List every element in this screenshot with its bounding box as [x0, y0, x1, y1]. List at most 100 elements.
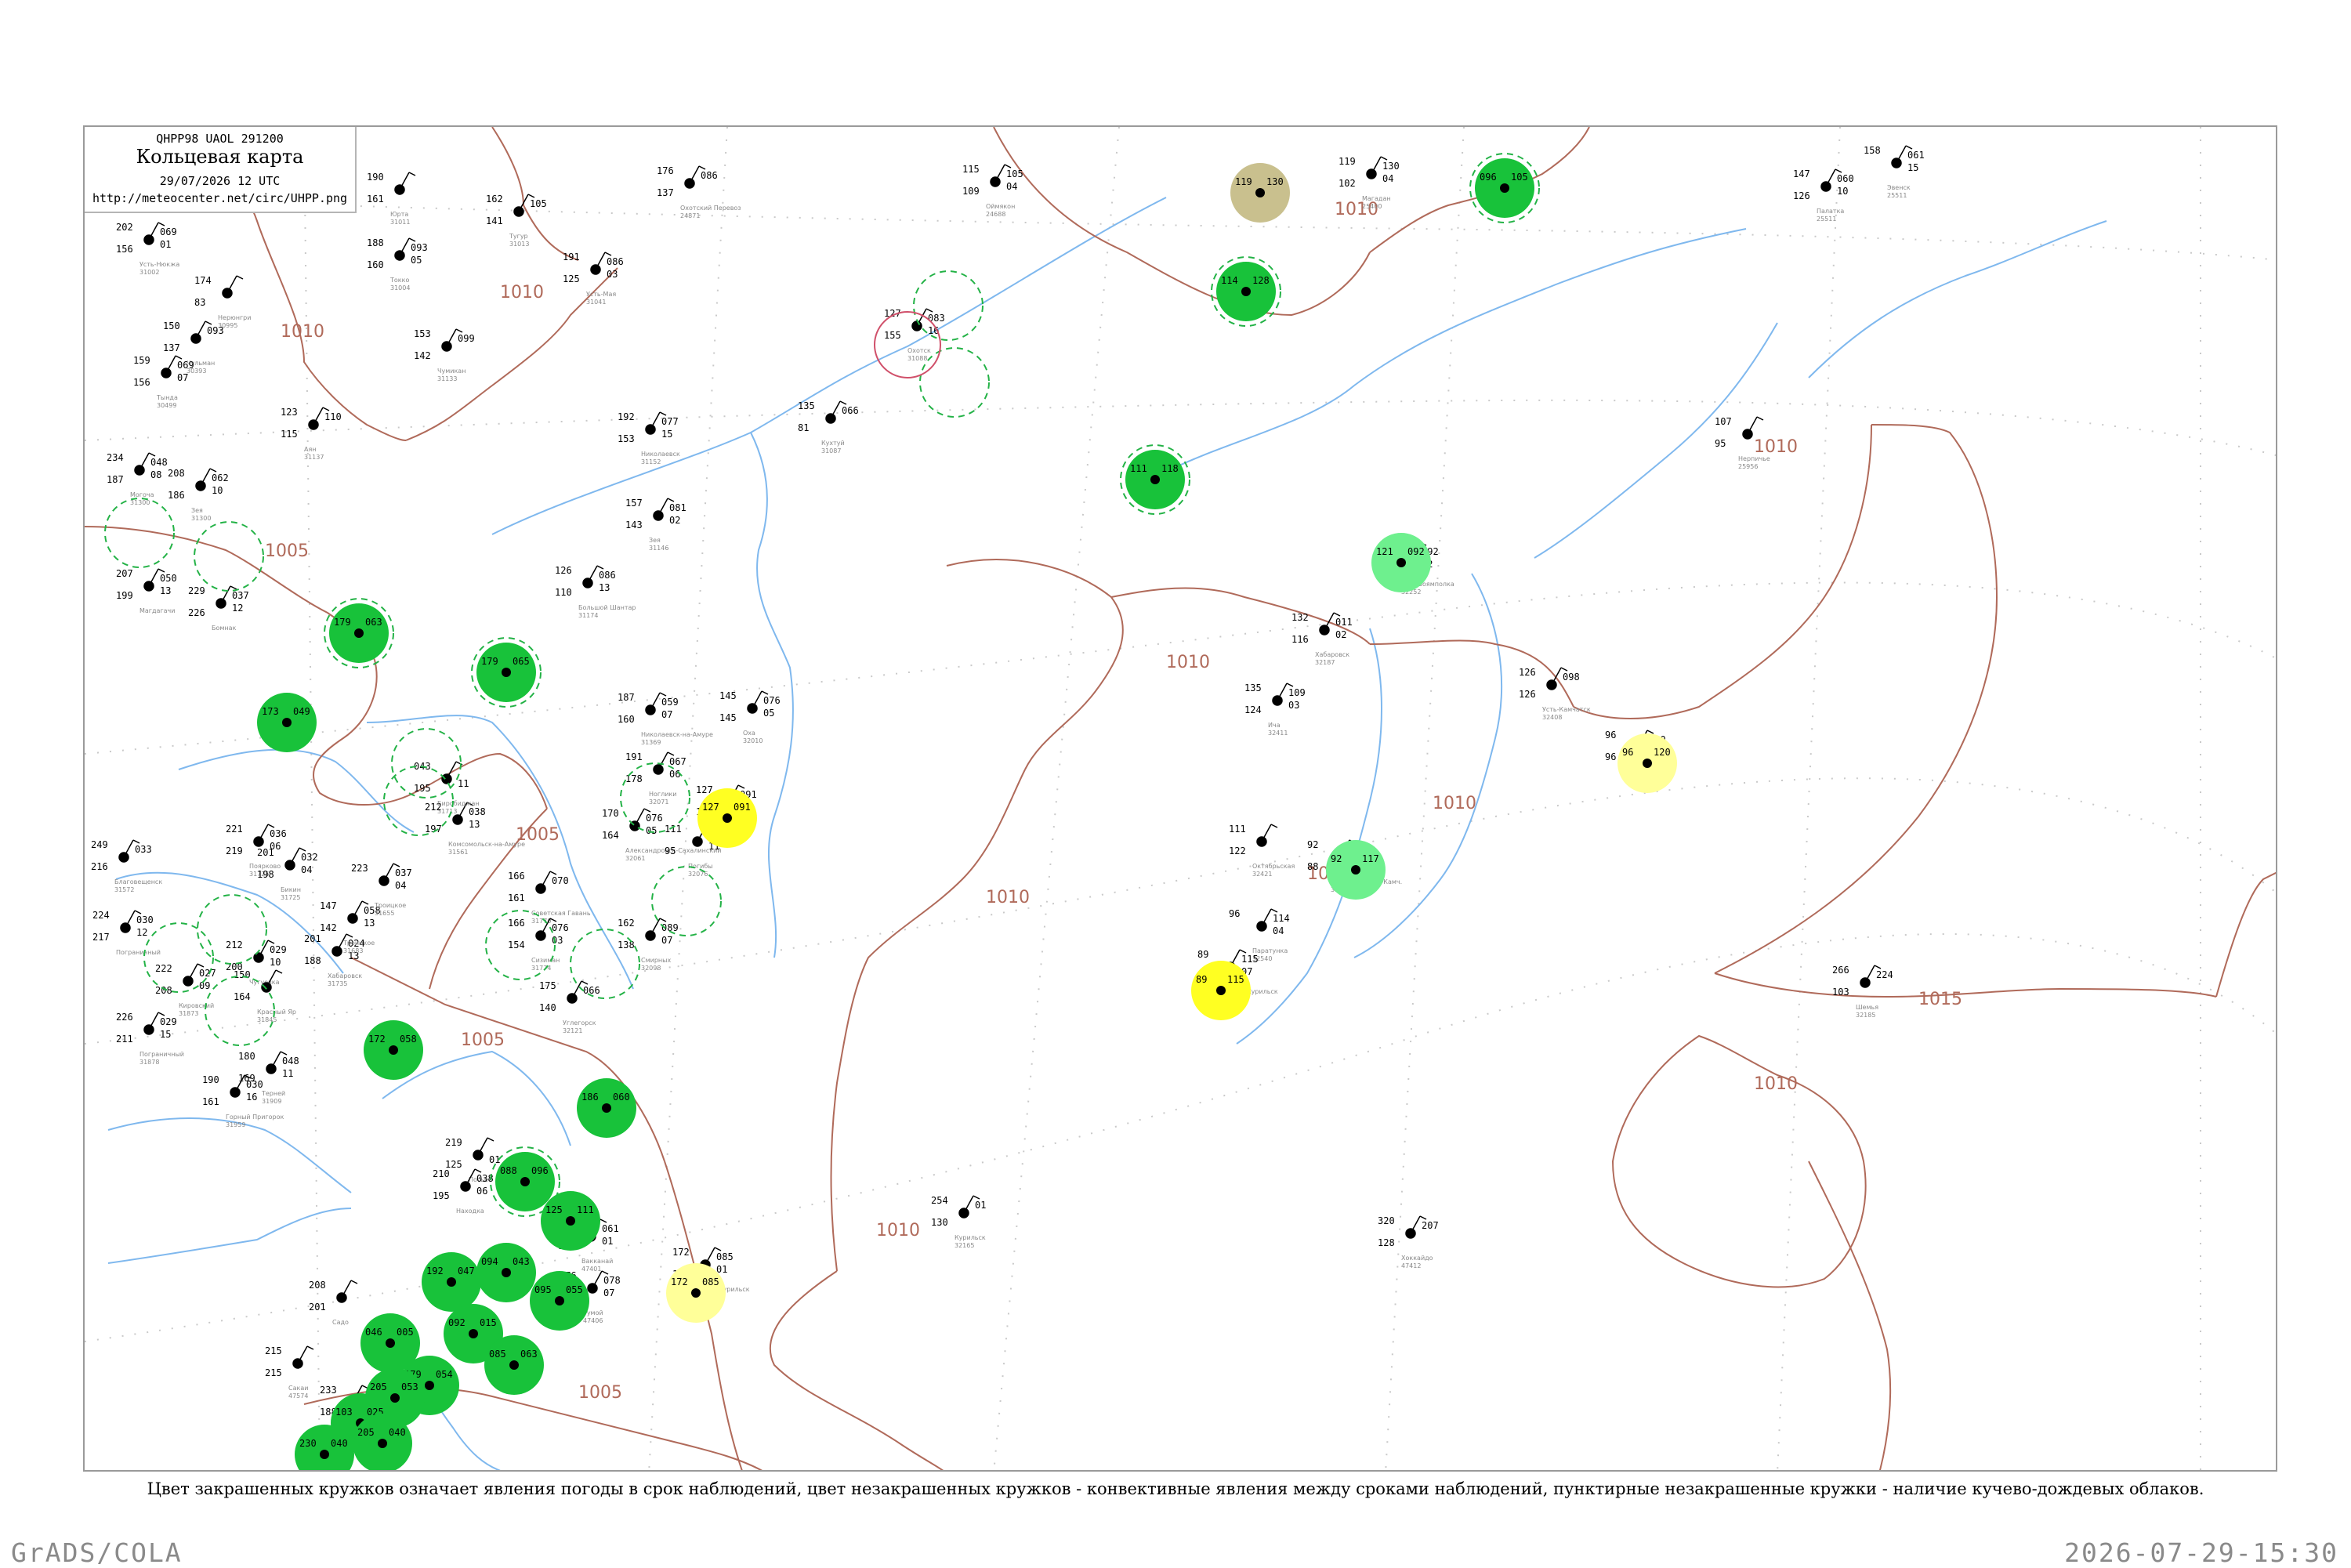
- station-pressure: 161: [508, 893, 525, 904]
- weather-circle-g5[interactable]: 179 065: [471, 637, 542, 708]
- station-s50[interactable]: 201 198 03204 Бикин31725: [257, 847, 318, 901]
- station-temperature: 96: [1229, 908, 1240, 919]
- wind-barb-tick-icon: [1380, 156, 1388, 161]
- thunder-ring-icon[interactable]: [874, 311, 941, 378]
- station-s1[interactable]: 202 156 069 01 Усть-Нюкжа31002: [116, 222, 179, 276]
- station-pressure: 83: [194, 297, 205, 308]
- station-s37[interactable]: 320 128 207 Хоккайдо47412: [1378, 1215, 1439, 1269]
- weather-circle-g1[interactable]: 096 105: [1469, 153, 1540, 223]
- station-name: Бомнак: [212, 625, 237, 632]
- station-s16[interactable]: 192 153 077 15 Николаевск31152: [618, 411, 680, 465]
- cb-ring-icon[interactable]: [570, 929, 640, 999]
- weather-circle-g3[interactable]: 111 118: [1120, 444, 1190, 515]
- cb-ring-icon[interactable]: [143, 922, 214, 993]
- station-s8[interactable]: 191 125 086 03 Усть-Мая31041: [563, 252, 624, 306]
- circle-temperature: 172: [368, 1034, 386, 1045]
- weather-circle-y2[interactable]: 89 115: [1191, 961, 1251, 1020]
- station-s55[interactable]: 150 164 Красный Яр31845: [234, 969, 296, 1023]
- station-s47[interactable]: 166161070Советская Гавань31770: [508, 871, 591, 925]
- cb-ring-icon[interactable]: [104, 498, 175, 568]
- wind-barb-tick-icon: [698, 165, 706, 170]
- station-s36[interactable]: 254 130 01 Курильск32165: [931, 1195, 986, 1249]
- station-s23[interactable]: 207 199 05013 Магдагачи: [116, 568, 177, 614]
- cb-ring-icon[interactable]: [913, 270, 984, 341]
- station-s41[interactable]: 187 160 05907 Николаевск-на-Амуре31369: [618, 692, 713, 746]
- weather-circle-g20[interactable]: 205 040: [353, 1414, 412, 1472]
- weather-circle-g16[interactable]: 085 063: [484, 1335, 544, 1395]
- weather-circle-g8[interactable]: 186 060: [577, 1078, 636, 1138]
- station-s15[interactable]: 123 115 110 Аян31137: [281, 407, 342, 461]
- weather-circle-y1[interactable]: 127 091: [697, 788, 757, 848]
- station-s27[interactable]: 135 124 109 03 Ича32411: [1244, 683, 1306, 737]
- station-pressure: 126: [1793, 190, 1810, 201]
- cb-ring-icon[interactable]: [651, 866, 722, 936]
- weather-circle-lg2[interactable]: 92 117: [1326, 840, 1386, 900]
- station-index: 32098: [641, 965, 661, 972]
- wind-barb-icon: [540, 871, 551, 889]
- weather-circle-py1[interactable]: 96 120: [1617, 733, 1677, 793]
- station-s45[interactable]: 16213808907Смирных32098: [618, 918, 679, 972]
- station-s4[interactable]: 17483Нерюнгри30995: [194, 275, 251, 329]
- station-pressure: 137: [163, 342, 180, 353]
- station-s24[interactable]: 229 226 037 12 Бомнак: [188, 585, 249, 632]
- station-dewpoint: 114: [1273, 913, 1290, 924]
- weather-circle-g2[interactable]: 114 128: [1211, 256, 1281, 327]
- station-s48[interactable]: 166 154 076 03 Сизиман31774: [508, 918, 569, 972]
- station-s67[interactable]: 215 215 Сакаи47574: [265, 1345, 314, 1400]
- station-s32[interactable]: 111 122 Октябрьская32421: [1229, 824, 1295, 878]
- synoptic-map[interactable]: 1010 1010 1005 1005 1010 1010 1010 1010 …: [85, 127, 2277, 1472]
- station-name: Усть-Мая: [586, 291, 616, 298]
- station-pressure: 95: [665, 846, 676, 856]
- weather-circle-g12[interactable]: 095 055: [530, 1271, 589, 1331]
- station-s13[interactable]: 158 06115 Эвенск25511: [1864, 145, 1925, 199]
- station-s22[interactable]: 126 110 08613 Большой Шантар31174: [555, 565, 636, 619]
- wind-barb-icon: [705, 1247, 715, 1266]
- station-s70[interactable]: 043195 11Биробиджан31713: [414, 761, 480, 815]
- station-name: Октябрьская: [1252, 863, 1295, 870]
- station-dewpoint: 011: [1335, 617, 1353, 628]
- station-code: 13: [599, 582, 610, 593]
- cb-ring-icon[interactable]: [197, 894, 267, 965]
- station-s64[interactable]: 21019503806Находка: [433, 1168, 494, 1215]
- station-s2[interactable]: 190 161 Юрта31011: [367, 172, 416, 226]
- station-s49[interactable]: 22121903606Поярково31725: [226, 824, 287, 878]
- weather-circle-g4[interactable]: 179 063: [324, 598, 394, 668]
- station-s60[interactable]: 14714205813Троицкое31683: [320, 900, 381, 954]
- station-s6[interactable]: 159 156 06907 Тында30499: [133, 355, 194, 409]
- station-s52[interactable]: 224 217 030 12 Пограничный: [92, 910, 161, 956]
- station-s40[interactable]: 145 145 076 05 Оха32010: [719, 690, 781, 744]
- weather-circle-g11[interactable]: 094 043: [476, 1243, 536, 1302]
- station-s3[interactable]: 162 141 105 Тугур31013: [486, 194, 547, 248]
- station-s9[interactable]: 176 137 086 Охотский Перевоз24871: [657, 165, 741, 219]
- weather-circle-lg1[interactable]: 121 092: [1371, 533, 1431, 592]
- station-s20[interactable]: 208 186 062 10 Зея31300: [168, 468, 229, 522]
- weather-circle-g13[interactable]: 192 047: [422, 1252, 481, 1312]
- station-s10[interactable]: 115 109 105 04 Оймякон24688: [962, 164, 1023, 218]
- station-s12[interactable]: 147 126 060 10 Палатка25511: [1793, 168, 1854, 223]
- station-s17[interactable]: 12715508316Охотск31088: [884, 308, 945, 362]
- cb-ring-icon[interactable]: [919, 347, 990, 418]
- cb-ring-icon[interactable]: [194, 521, 264, 592]
- station-s7[interactable]: 188 160 093 05 Токко31004: [367, 237, 428, 292]
- station-s46[interactable]: 175 140 066 Углегорск32121: [539, 980, 600, 1034]
- wind-barb-tick-icon: [1756, 416, 1764, 421]
- station-s14[interactable]: 153 142 099 Чумикан31133: [414, 328, 475, 382]
- station-s61[interactable]: 223 037 04 Троицкое31655: [351, 863, 412, 917]
- wind-barb-tick-icon: [158, 1012, 165, 1016]
- station-s51[interactable]: 249 216 033 Благовещенск31572: [91, 839, 162, 893]
- source-url[interactable]: http://meteocenter.net/circ/UHPP.png: [85, 191, 355, 205]
- station-s21[interactable]: 157 143 081 02 Зея31146: [625, 498, 686, 552]
- weather-circle-g7[interactable]: 172 058: [364, 1020, 423, 1080]
- station-s18[interactable]: 135 81 066 Кухтуй31087: [798, 400, 859, 454]
- weather-circle-py2[interactable]: 172 085: [666, 1263, 726, 1323]
- station-s42[interactable]: 191 178 067 06 Ноглики32071: [625, 751, 686, 806]
- weather-circle-g6[interactable]: 173 049: [257, 693, 317, 752]
- station-s35[interactable]: 266 103 224 Шемья32185: [1832, 965, 1893, 1019]
- station-s54[interactable]: 222 208 02709 Кировский31873: [155, 963, 216, 1017]
- weather-circle-o1[interactable]: 119 130: [1230, 163, 1290, 223]
- station-s56[interactable]: 226 211 029 15 Пограничный31878: [116, 1012, 184, 1066]
- station-name: Вакканай: [581, 1258, 613, 1265]
- weather-circle-g10[interactable]: 125 111: [541, 1191, 600, 1251]
- station-pressure: 187: [107, 474, 124, 485]
- wind-barb-tick-icon: [1286, 683, 1294, 687]
